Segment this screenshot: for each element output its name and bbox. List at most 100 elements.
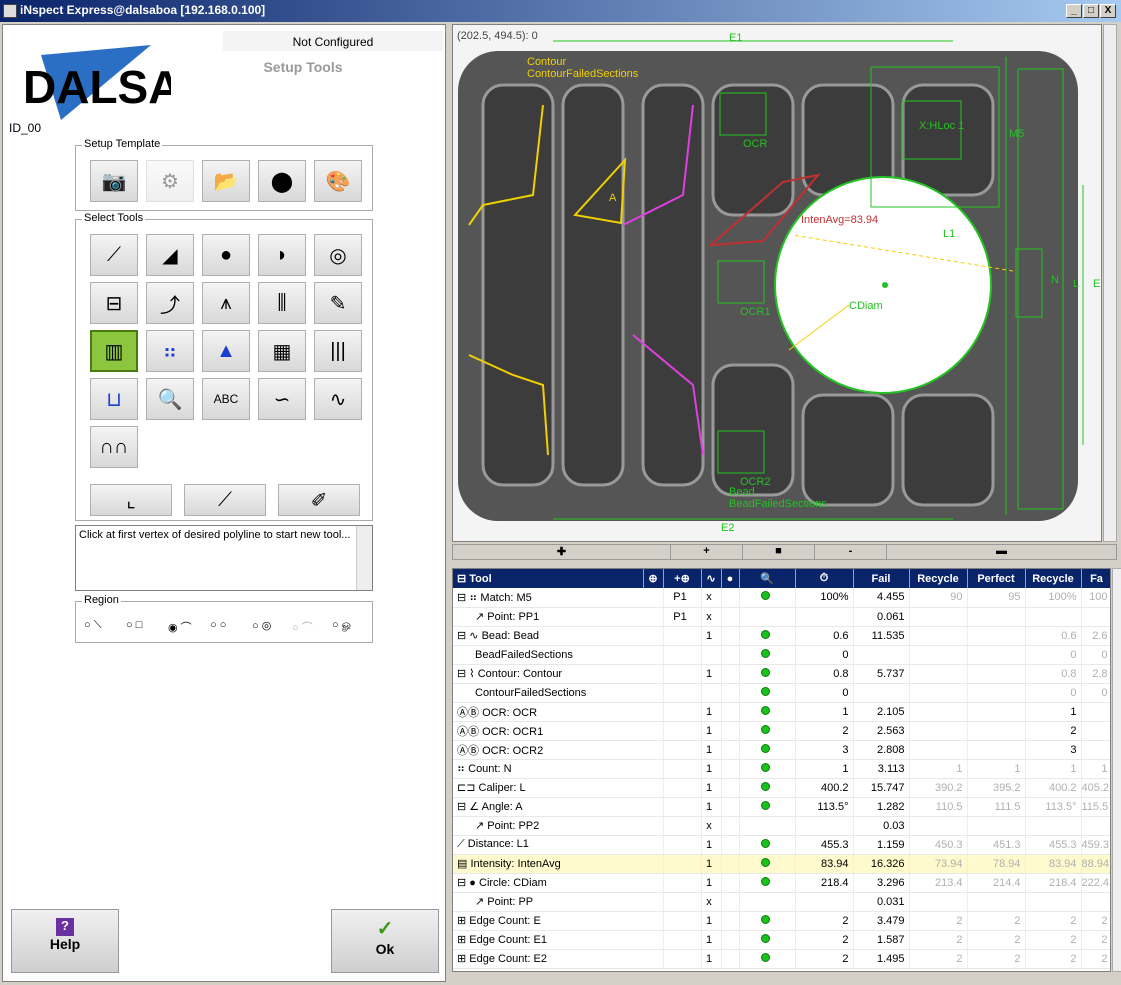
stopwatch-icon[interactable]: ⏱ [795, 569, 854, 588]
header-tool[interactable]: ⊟ Tool [453, 569, 644, 588]
minimize-button[interactable]: _ [1066, 4, 1082, 18]
table-row[interactable]: ↗ Point: PP x 0.031 [453, 892, 1110, 912]
crosshair-icon[interactable]: ⊕ [643, 569, 664, 588]
table-row[interactable]: ↗ Point: PP2 x 0.03 [453, 816, 1110, 836]
header-fa[interactable]: Fa [1081, 569, 1110, 588]
value: 2 [842, 914, 849, 927]
traffic-light-icon[interactable]: ● [721, 569, 740, 588]
table-row[interactable]: ⊟ ∿ Bead: Bead 1 0.6 11.535 0.6 2.6 [453, 626, 1110, 646]
eraser-tool-icon[interactable]: ✐ [278, 484, 360, 516]
axis-tool-icon[interactable]: ⌞ [90, 484, 172, 516]
table-row[interactable]: ⊟ ⠶ Match: M5 P1 x 100% 4.455 90 95 100% 100 [453, 588, 1110, 608]
expand-toggle[interactable]: ⊟ [457, 877, 466, 889]
count-tool-icon[interactable]: ⠶ [146, 330, 194, 372]
ref-cell [663, 816, 702, 836]
peak-tool-icon[interactable]: ⩚ [202, 282, 250, 324]
wave-cell [721, 683, 740, 703]
arc-tool-icon[interactable]: ◗ [258, 234, 306, 276]
open-folder-icon[interactable]: 📂 [202, 160, 250, 202]
caliper-tool-icon[interactable]: ⊔ [90, 378, 138, 420]
expand-toggle[interactable]: ⊟ [457, 630, 466, 642]
table-row[interactable]: ContourFailedSections 0 0 0 [453, 683, 1110, 703]
table-row[interactable]: ▤ Intensity: IntenAvg 1 83.94 16.326 73.94 78… [453, 854, 1110, 874]
wave-cell [721, 778, 740, 798]
ring-tool-icon[interactable]: ◎ [314, 234, 362, 276]
bead-tool-icon[interactable]: ∿ [314, 378, 362, 420]
edge-tool-icon[interactable]: ⊟ [90, 282, 138, 324]
perfect-cell: 0 [1025, 683, 1082, 703]
region-ring-radio[interactable]: ○ ◎ [252, 619, 271, 632]
inspection-image[interactable]: (202.5, 494.5): 0 E1 E2 Contour ContourF… [452, 24, 1102, 542]
hint-scrollbar[interactable] [356, 526, 372, 590]
expand-toggle[interactable]: ⊟ [457, 592, 466, 604]
camera-icon[interactable]: 📷 [90, 160, 138, 202]
header-recycle[interactable]: Recycle [909, 569, 968, 588]
zoom-in-large-button[interactable]: ✚ [453, 545, 671, 559]
region-line-radio[interactable]: ○ ⟍ [84, 619, 101, 632]
blobs-icon[interactable]: ⬤ [258, 160, 306, 202]
hint-textbox[interactable]: Click at first vertex of desired polylin… [75, 525, 373, 591]
expand-toggle[interactable]: ⊟ [457, 801, 466, 813]
datamatrix-tool-icon[interactable]: ▦ [258, 330, 306, 372]
pencil-tool-icon[interactable]: ✎ [314, 282, 362, 324]
edge-count-tool-icon[interactable]: ⫼ [258, 282, 306, 324]
magnifier-tool-icon[interactable]: 🔍 [146, 378, 194, 420]
image-settings-icon[interactable]: ⚙ [146, 160, 194, 202]
table-row[interactable]: ⊟ ∠ Angle: A 1 113.5° 1.282 110.5 111.5 113.5°… [453, 797, 1110, 817]
table-row[interactable]: ⒶⒷ OCR: OCR 1 1 2.105 1 [453, 702, 1110, 722]
time-cell: 15.747 [853, 778, 910, 798]
ocr-tool-icon[interactable]: ABC [202, 378, 250, 420]
zoom-fit-button[interactable]: ■ [743, 545, 815, 559]
table-row[interactable]: ⒶⒷ OCR: OCR2 1 3 2.808 3 [453, 740, 1110, 760]
table-row[interactable]: ⊏⊐ Caliper: L 1 400.2 15.747 390.2 395.2 400.2… [453, 778, 1110, 798]
add-crosshair-icon[interactable]: +⊕ [663, 569, 702, 588]
magnifier-icon[interactable]: 🔍 [739, 569, 796, 588]
image-vertical-scrollbar[interactable] [1103, 24, 1117, 542]
table-row[interactable]: ⊟ ● Circle: CDiam 1 218.4 3.296 213.4 214.4 21… [453, 873, 1110, 893]
brush-tool-icon[interactable]: ⟋ [184, 484, 266, 516]
distance-tool-icon[interactable]: ⟋ [90, 234, 138, 276]
table-row[interactable]: ⊞ Edge Count: E2 1 2 1.495 2 2 2 2 [453, 949, 1110, 969]
header-recycle-2[interactable]: Recycle [1025, 569, 1082, 588]
table-row[interactable]: ⊞ Edge Count: E1 1 2 1.587 2 2 2 2 [453, 930, 1110, 950]
zoom-in-button[interactable]: + [671, 545, 743, 559]
table-row[interactable]: ⒶⒷ OCR: OCR1 1 2 2.563 2 [453, 721, 1110, 741]
recycle-value: 2 [1014, 952, 1021, 965]
palette-icon[interactable]: 🎨 [314, 160, 362, 202]
contour-tool-icon[interactable]: ∽ [258, 378, 306, 420]
maximize-button[interactable]: □ [1083, 4, 1099, 18]
table-row[interactable]: ⠶ Count: N 1 1 3.113 1 1 1 1 [453, 759, 1110, 779]
region-circle-radio[interactable]: ○ ○ [210, 619, 226, 631]
close-button[interactable]: X [1100, 4, 1116, 18]
table-row[interactable]: ⟋ Distance: L1 1 455.3 1.159 450.3 451.3 455.3… [453, 835, 1110, 855]
wave-icon[interactable]: ∿ [701, 569, 722, 588]
header-perfect[interactable]: Perfect [967, 569, 1026, 588]
table-row[interactable]: ⊞ Edge Count: E 1 2 3.479 2 2 2 2 [453, 911, 1110, 931]
region-polyline-radio[interactable]: ◉ ⌒ [168, 619, 192, 635]
recycle-value: 395.2 [992, 781, 1021, 794]
line-fit-tool-icon[interactable]: ⤴ [146, 282, 194, 324]
shape-match-tool-icon[interactable]: ▲ [202, 330, 250, 372]
zoom-out-large-button[interactable]: ▬ [887, 545, 1117, 559]
grid-vertical-scrollbar[interactable] [1112, 568, 1121, 972]
status-cell [739, 759, 796, 779]
table-row[interactable]: BeadFailedSections 0 0 0 [453, 645, 1110, 665]
zoom-out-button[interactable]: - [815, 545, 887, 559]
region-arc-radio[interactable]: ○ ⌒ [292, 619, 313, 635]
zoom-toolbar: ✚ + ■ - ▬ [452, 544, 1117, 560]
perfect-cell: 1 [1025, 702, 1082, 722]
region-spiral-radio[interactable]: ○ ௐ [332, 619, 353, 633]
help-button[interactable]: ? Help [11, 909, 119, 973]
circle-tool-icon[interactable]: ● [202, 234, 250, 276]
barcode-tool-icon[interactable]: ||| [314, 330, 362, 372]
region-rect-radio[interactable]: ○ □ [126, 619, 142, 631]
header-fail[interactable]: Fail [853, 569, 910, 588]
ok-button[interactable]: ✓ Ok [331, 909, 439, 973]
time-value: 2.808 [876, 743, 905, 756]
waveform-tool-icon[interactable]: ∩∩ [90, 426, 138, 468]
table-row[interactable]: ⊟ ⌇ Contour: Contour 1 0.8 5.737 0.8 2.8 [453, 664, 1110, 684]
angle-tool-icon[interactable]: ◢ [146, 234, 194, 276]
intensity-tool-icon[interactable]: ▥ [90, 330, 138, 372]
table-row[interactable]: ↗ Point: PP1 P1 x 0.061 [453, 607, 1110, 627]
expand-toggle[interactable]: ⊟ [457, 668, 466, 680]
